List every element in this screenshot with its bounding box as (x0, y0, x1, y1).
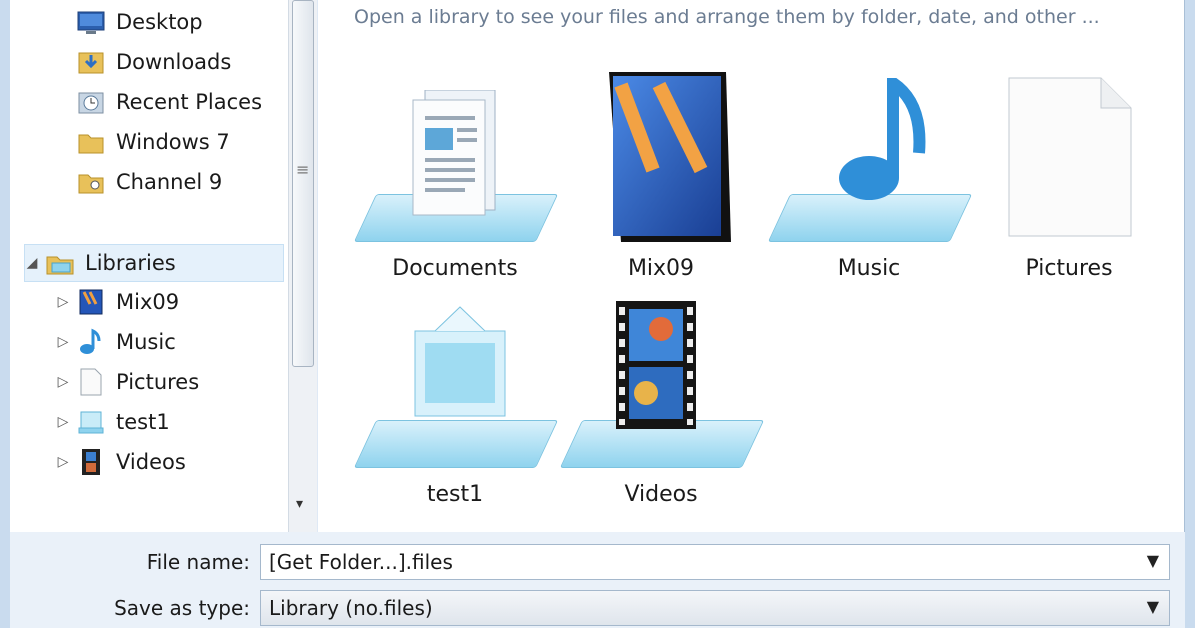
library-item-label: Music (837, 256, 901, 281)
mix09-library-icon (561, 70, 761, 250)
save-as-type-label: Save as type: (114, 596, 250, 620)
file-name-label: File name: (146, 550, 250, 574)
pictures-icon (76, 367, 106, 397)
library-hint-text: Open a library to see your files and arr… (354, 6, 1100, 28)
navigation-pane: Desktop Downloads Recent Places Windows … (10, 0, 288, 532)
save-as-type-value: Library (no.files) (269, 596, 433, 620)
videos-library-icon (559, 296, 765, 476)
nav-item-label: Pictures (116, 370, 200, 394)
recent-places-icon (76, 87, 106, 117)
expand-arrow-icon[interactable]: ▷ (56, 374, 70, 390)
folder-icon (76, 167, 106, 197)
test1-icon (76, 407, 106, 437)
nav-item-recent-places[interactable]: Recent Places (76, 84, 262, 120)
nav-item-label: Channel 9 (116, 170, 223, 194)
test1-library-icon (353, 296, 559, 476)
nav-item-label: Windows 7 (116, 130, 230, 154)
expand-arrow-icon[interactable]: ▷ (56, 414, 70, 430)
music-library-icon (767, 70, 973, 250)
library-item-label: Documents (392, 256, 518, 281)
nav-item-test1[interactable]: ▷ test1 (56, 404, 170, 440)
library-item-music[interactable]: Music (764, 70, 974, 281)
expand-arrow-icon[interactable]: ▷ (56, 454, 70, 470)
nav-item-music[interactable]: ▷ Music (56, 324, 176, 360)
nav-item-desktop[interactable]: Desktop (76, 4, 203, 40)
library-item-label: Videos (624, 482, 698, 507)
pictures-library-icon (969, 70, 1169, 250)
library-item-videos[interactable]: Videos (556, 296, 766, 507)
scroll-down-arrow-icon[interactable]: ▾ (296, 496, 303, 512)
library-item-mix09[interactable]: Mix09 (556, 70, 766, 281)
library-item-label: Pictures (1025, 256, 1113, 281)
nav-item-label: Desktop (116, 10, 203, 34)
save-fields-panel: File name: [Get Folder...].files ▼ Save … (10, 532, 1185, 628)
library-item-label: Mix09 (627, 256, 695, 281)
documents-library-icon (353, 70, 559, 250)
desktop-icon (76, 7, 106, 37)
expand-arrow-icon[interactable]: ▷ (56, 294, 70, 310)
nav-item-pictures[interactable]: ▷ Pictures (56, 364, 199, 400)
scroll-grip-icon: ≡ (296, 160, 310, 179)
library-item-label: test1 (426, 482, 484, 507)
file-name-input[interactable]: [Get Folder...].files ▼ (260, 544, 1170, 580)
nav-item-label: test1 (116, 410, 170, 434)
downloads-icon (76, 47, 106, 77)
nav-item-label: Music (116, 330, 176, 354)
mix09-icon (76, 287, 106, 317)
nav-item-windows-7[interactable]: Windows 7 (76, 124, 230, 160)
file-name-dropdown-icon[interactable]: ▼ (1147, 551, 1159, 570)
nav-item-label: Downloads (116, 50, 232, 74)
nav-item-libraries[interactable]: ◢ Libraries (24, 244, 284, 282)
save-as-type-dropdown-icon[interactable]: ▼ (1147, 597, 1159, 616)
collapse-arrow-icon[interactable]: ◢ (25, 255, 39, 271)
libraries-icon (45, 248, 75, 278)
save-as-type-select[interactable]: Library (no.files) ▼ (260, 590, 1170, 626)
nav-item-downloads[interactable]: Downloads (76, 44, 231, 80)
nav-item-label: Recent Places (116, 90, 263, 114)
videos-icon (76, 447, 106, 477)
library-item-pictures[interactable]: Pictures (964, 70, 1174, 281)
scrollbar-thumb[interactable] (292, 0, 314, 367)
library-item-test1[interactable]: test1 (350, 296, 560, 507)
nav-item-videos[interactable]: ▷ Videos (56, 444, 186, 480)
navigation-scrollbar[interactable]: ≡ ▾ (288, 0, 317, 532)
music-icon (76, 327, 106, 357)
file-name-value: [Get Folder...].files (269, 550, 453, 574)
nav-item-mix09[interactable]: ▷ Mix09 (56, 284, 179, 320)
library-item-documents[interactable]: Documents (350, 70, 560, 281)
nav-item-channel-9[interactable]: Channel 9 (76, 164, 222, 200)
expand-arrow-icon[interactable]: ▷ (56, 334, 70, 350)
folder-icon (76, 127, 106, 157)
window-frame-right (1184, 0, 1195, 628)
nav-item-label: Mix09 (116, 290, 180, 314)
nav-item-label: Videos (116, 450, 186, 474)
nav-item-label: Libraries (85, 251, 176, 275)
library-content-pane: Open a library to see your files and arr… (318, 0, 1184, 532)
